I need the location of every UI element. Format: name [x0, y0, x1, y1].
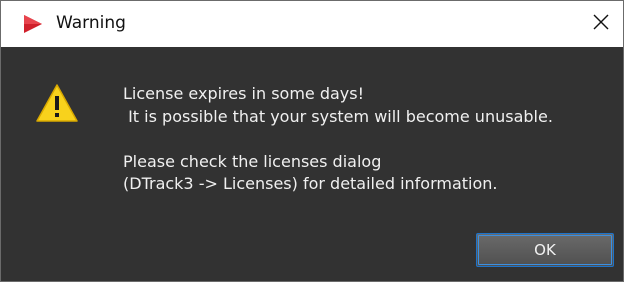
message-line: License expires in some days! — [123, 84, 365, 103]
window-title: Warning — [56, 13, 126, 33]
message-line: Please check the licenses dialog — [123, 151, 382, 171]
message-line: It is possible that your system will bec… — [123, 106, 553, 126]
ok-button[interactable]: OK — [476, 233, 614, 267]
dialog-body: License expires in some days! It is poss… — [1, 47, 623, 281]
message-line: (DTrack3 -> Licenses) for detailed infor… — [123, 174, 498, 193]
red-play-triangle-icon — [23, 14, 43, 34]
warning-triangle-icon — [35, 83, 79, 123]
warning-message: License expires in some days! It is poss… — [123, 83, 613, 196]
warning-dialog-window: Warning License expires in some days! It… — [0, 0, 624, 282]
title-bar[interactable]: Warning — [1, 1, 623, 47]
close-icon — [592, 13, 610, 35]
close-button[interactable] — [579, 4, 623, 44]
message-line — [123, 128, 613, 151]
